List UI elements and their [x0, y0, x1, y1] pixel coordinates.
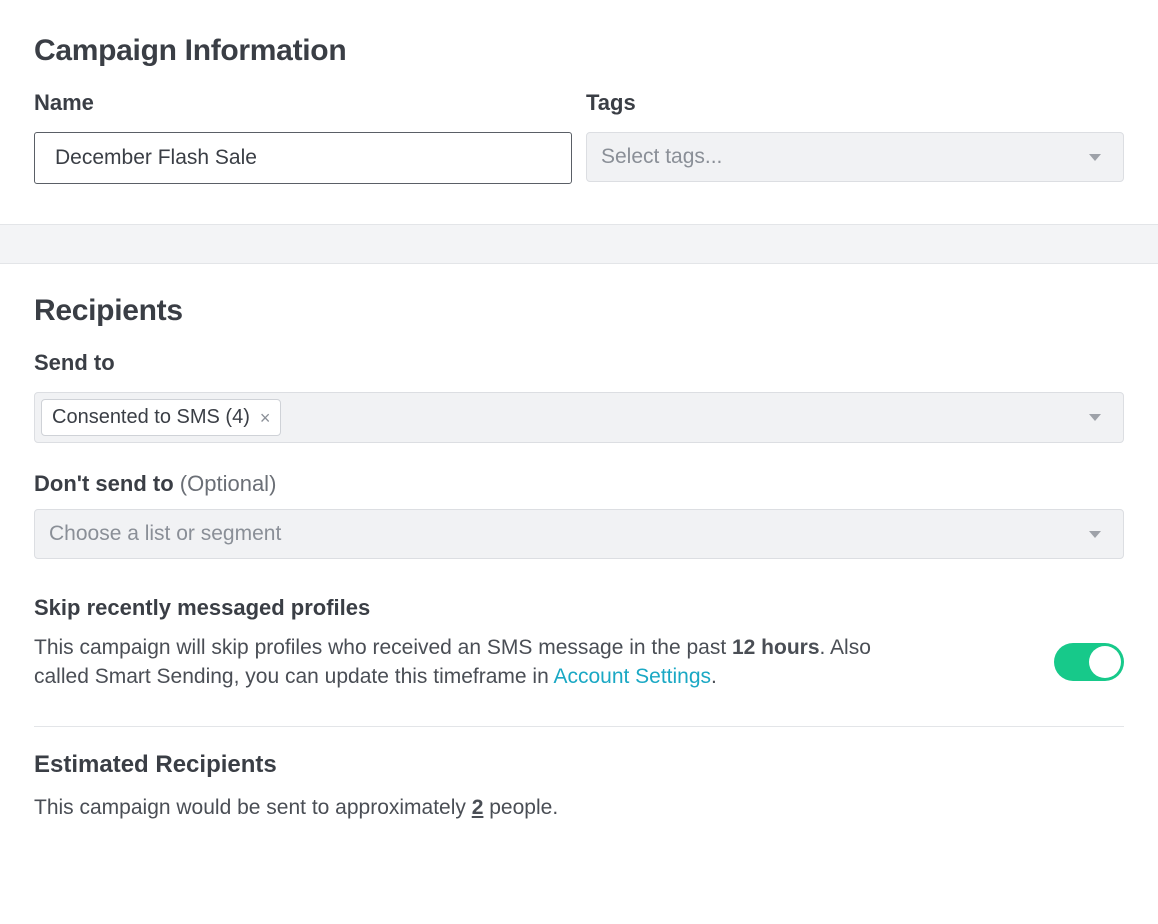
close-icon[interactable]: × [260, 409, 271, 427]
tags-column: Tags Select tags... [586, 90, 1124, 184]
dont-send-select[interactable]: Choose a list or segment [34, 509, 1124, 559]
dont-send-optional: (Optional) [180, 471, 277, 496]
dont-send-label: Don't send to [34, 471, 174, 496]
skip-hours: 12 hours [732, 636, 820, 659]
campaign-info-panel: Campaign Information Name Tags Select ta… [0, 0, 1158, 224]
recipients-title: Recipients [34, 294, 1124, 328]
chip-container: Consented to SMS (4) × [41, 399, 281, 436]
estimated-description: This campaign would be sent to approxima… [34, 793, 914, 822]
dont-send-label-row: Don't send to (Optional) [34, 471, 1124, 497]
send-to-label: Send to [34, 350, 1124, 376]
skip-text-3: . [711, 665, 717, 688]
name-label: Name [34, 90, 572, 116]
name-column: Name [34, 90, 572, 184]
skip-row: This campaign will skip profiles who rec… [34, 633, 1124, 692]
smart-sending-toggle[interactable] [1054, 643, 1124, 681]
skip-text-1: This campaign will skip profiles who rec… [34, 636, 732, 659]
account-settings-link[interactable]: Account Settings [553, 665, 711, 688]
estimated-text-2: people. [483, 796, 558, 819]
tags-select[interactable]: Select tags... [586, 132, 1124, 182]
campaign-info-title: Campaign Information [34, 34, 1124, 68]
chevron-down-icon [1089, 414, 1101, 421]
skip-label: Skip recently messaged profiles [34, 595, 1124, 621]
chevron-down-icon [1089, 531, 1101, 538]
segment-chip-label: Consented to SMS (4) [52, 406, 250, 429]
campaign-name-input[interactable] [34, 132, 572, 184]
campaign-info-row: Name Tags Select tags... [34, 90, 1124, 184]
dont-send-placeholder: Choose a list or segment [45, 522, 281, 546]
send-to-select[interactable]: Consented to SMS (4) × [34, 392, 1124, 443]
tags-placeholder: Select tags... [597, 145, 722, 169]
toggle-knob [1089, 646, 1121, 678]
chevron-down-icon [1089, 154, 1101, 161]
estimated-count: 2 [472, 796, 484, 819]
divider [34, 726, 1124, 727]
skip-description: This campaign will skip profiles who rec… [34, 633, 914, 692]
section-gap [0, 224, 1158, 264]
estimated-text-1: This campaign would be sent to approxima… [34, 796, 472, 819]
estimated-recipients-title: Estimated Recipients [34, 751, 1124, 779]
recipients-panel: Recipients Send to Consented to SMS (4) … [0, 264, 1158, 862]
tags-label: Tags [586, 90, 1124, 116]
segment-chip[interactable]: Consented to SMS (4) × [41, 399, 281, 436]
